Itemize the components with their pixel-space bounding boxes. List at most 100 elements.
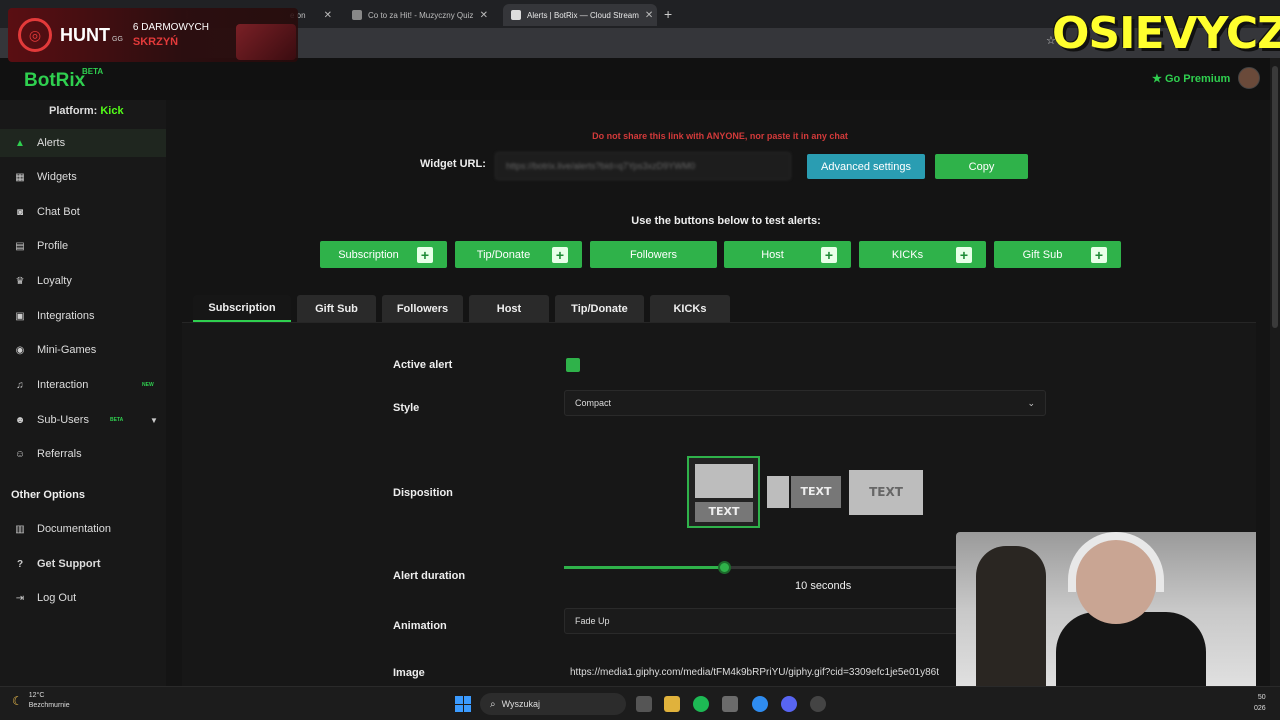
webcam-person-body xyxy=(1056,612,1206,687)
profile-icon: ▤ xyxy=(15,240,25,252)
tab-followers[interactable]: Followers xyxy=(382,295,463,322)
sidebar-item-mini-games[interactable]: ◉ Mini-Games xyxy=(0,336,166,364)
taskbar-clock[interactable]: 50 026 xyxy=(1254,692,1266,714)
streamer-name-overlay: OSIEVYCZ xyxy=(1052,8,1280,59)
taskbar-search-placeholder: Wyszukaj xyxy=(501,699,541,709)
widget-url-label: Widget URL: xyxy=(420,158,486,170)
tab-gift-sub[interactable]: Gift Sub xyxy=(297,295,376,322)
browser-tab-active[interactable]: Alerts | BotRix — Cloud Stream ✕ xyxy=(503,4,657,26)
plus-icon: + xyxy=(1091,246,1107,263)
disposition-option-overlay[interactable]: TEXT xyxy=(849,470,923,515)
sidebar-item-sub-users[interactable]: ☻ Sub-Users BETA ▼ xyxy=(0,406,166,434)
tab-tip-donate[interactable]: Tip/Donate xyxy=(555,295,644,322)
hunt-name: HUNT xyxy=(60,24,110,45)
search-icon: ⌕ xyxy=(490,698,496,710)
warning-icon: ▲ xyxy=(15,137,25,149)
advanced-settings-button[interactable]: Advanced settings xyxy=(807,154,925,179)
sidebar-item-get-support[interactable]: ? Get Support xyxy=(0,550,166,578)
copy-button[interactable]: Copy xyxy=(935,154,1028,179)
test-button-label: Subscription xyxy=(338,248,399,261)
weather-temp: 12°C xyxy=(28,692,45,699)
style-select[interactable]: Compact ⌄ xyxy=(564,390,1046,416)
test-host-button[interactable]: Host + xyxy=(724,241,851,268)
store-icon[interactable] xyxy=(722,696,738,712)
test-subscription-button[interactable]: Subscription + xyxy=(320,241,447,268)
file-explorer-icon[interactable] xyxy=(664,696,680,712)
beta-badge: BETA xyxy=(110,417,124,423)
weather-widget[interactable]: ☾ 12°C Bezchmurnie xyxy=(12,691,70,711)
widgets-icon: ▦ xyxy=(15,171,25,183)
test-button-label: Followers xyxy=(629,248,678,261)
sidebar-item-label: Chat Bot xyxy=(37,206,80,218)
test-gift-sub-button[interactable]: Gift Sub + xyxy=(994,241,1121,268)
windows-start-icon[interactable] xyxy=(455,696,471,712)
sidebar-item-interaction[interactable]: ♫ Interaction NEW xyxy=(0,371,166,399)
sidebar-item-profile[interactable]: ▤ Profile xyxy=(0,232,166,260)
task-view-icon[interactable] xyxy=(636,696,652,712)
chrome-icon[interactable] xyxy=(752,696,768,712)
logout-icon: ⇥ xyxy=(15,592,25,604)
test-tip-donate-button[interactable]: Tip/Donate + xyxy=(455,241,582,268)
discord-icon[interactable] xyxy=(781,696,797,712)
alert-duration-value: 10 seconds xyxy=(795,580,851,592)
sidebar-item-label: Log Out xyxy=(37,592,77,604)
new-tab-icon[interactable]: + xyxy=(664,6,672,22)
avatar[interactable] xyxy=(1238,67,1260,89)
documentation-icon: ▥ xyxy=(15,523,25,535)
slider-handle[interactable] xyxy=(718,561,731,574)
other-options-title: Other Options xyxy=(11,489,85,501)
sidebar-item-widgets[interactable]: ▦ Widgets xyxy=(0,163,166,191)
test-button-label: Host xyxy=(761,248,784,261)
weather-desc: Bezchmurnie xyxy=(28,702,70,709)
animation-label: Animation xyxy=(393,620,447,632)
test-button-label: Gift Sub xyxy=(1022,248,1063,261)
app-logo[interactable]: BotRix xyxy=(24,70,85,92)
close-icon[interactable]: ✕ xyxy=(639,10,653,21)
sidebar-item-loyalty[interactable]: ♛ Loyalty xyxy=(0,267,166,295)
sidebar-item-label: Referrals xyxy=(37,448,82,460)
test-button-label: KICKs xyxy=(891,248,924,261)
close-icon[interactable]: ✕ xyxy=(318,10,332,21)
chevron-down-icon[interactable]: ▼ xyxy=(150,416,158,425)
music-icon: ♫ xyxy=(16,379,24,391)
gamepad-icon: ◉ xyxy=(15,344,25,356)
clock-time: 50 xyxy=(1257,694,1266,701)
app-icon[interactable] xyxy=(810,696,826,712)
sidebar-item-chat-bot[interactable]: ◙ Chat Bot xyxy=(0,198,166,226)
disposition-text: TEXT xyxy=(791,476,841,508)
browser-tab[interactable]: Co to za Hit! - Muzyczny Quiz ✕ xyxy=(344,4,496,26)
disposition-option-stacked[interactable]: TEXT xyxy=(687,456,760,528)
alert-duration-label: Alert duration xyxy=(393,570,466,582)
hunt-promo-line2: SKRZYŃ xyxy=(132,36,179,48)
disposition-option-side[interactable]: TEXT xyxy=(767,474,842,510)
hunt-promo-line1: 6 DARMOWYCH xyxy=(132,22,210,33)
robot-icon: ◙ xyxy=(16,206,24,218)
sidebar-item-referrals[interactable]: ☺ Referrals xyxy=(0,440,166,468)
widget-url-field[interactable]: https://botrix.live/alerts?bid=q7Yps3xzD… xyxy=(495,152,791,180)
platform-value: Kick xyxy=(100,105,124,117)
slider-fill xyxy=(564,566,724,569)
image-url-input[interactable]: https://media1.giphy.com/media/tFM4k9bRP… xyxy=(564,661,972,685)
sidebar-item-alerts[interactable]: ▲ Alerts xyxy=(0,129,166,157)
test-kicks-button[interactable]: KICKs + xyxy=(859,241,986,268)
test-alerts-heading: Use the buttons below to test alerts: xyxy=(631,215,821,227)
active-alert-checkbox[interactable] xyxy=(566,358,580,372)
go-premium-link[interactable]: ★ Go Premium xyxy=(1152,72,1230,85)
sidebar-item-documentation[interactable]: ▥ Documentation xyxy=(0,515,166,543)
taskbar-search[interactable]: ⌕ Wyszukaj xyxy=(480,693,626,715)
share-warning: Do not share this link with ANYONE, nor … xyxy=(592,131,848,141)
tab-favicon-icon xyxy=(511,10,521,20)
scrollbar[interactable] xyxy=(1270,58,1280,686)
sidebar-item-integrations[interactable]: ▣ Integrations xyxy=(0,302,166,330)
referrals-icon: ☺ xyxy=(14,448,26,460)
platform-label: Platform: xyxy=(49,105,98,117)
close-icon[interactable]: ✕ xyxy=(474,10,488,21)
tab-kicks[interactable]: KICKs xyxy=(650,295,730,322)
scrollbar-thumb[interactable] xyxy=(1272,66,1278,328)
tab-host[interactable]: Host xyxy=(469,295,549,322)
animation-select-value: Fade Up xyxy=(575,616,610,626)
spotify-icon[interactable] xyxy=(693,696,709,712)
sidebar-item-log-out[interactable]: ⇥ Log Out xyxy=(0,584,166,612)
tab-subscription[interactable]: Subscription xyxy=(193,295,291,322)
test-followers-button[interactable]: Followers xyxy=(590,241,717,268)
